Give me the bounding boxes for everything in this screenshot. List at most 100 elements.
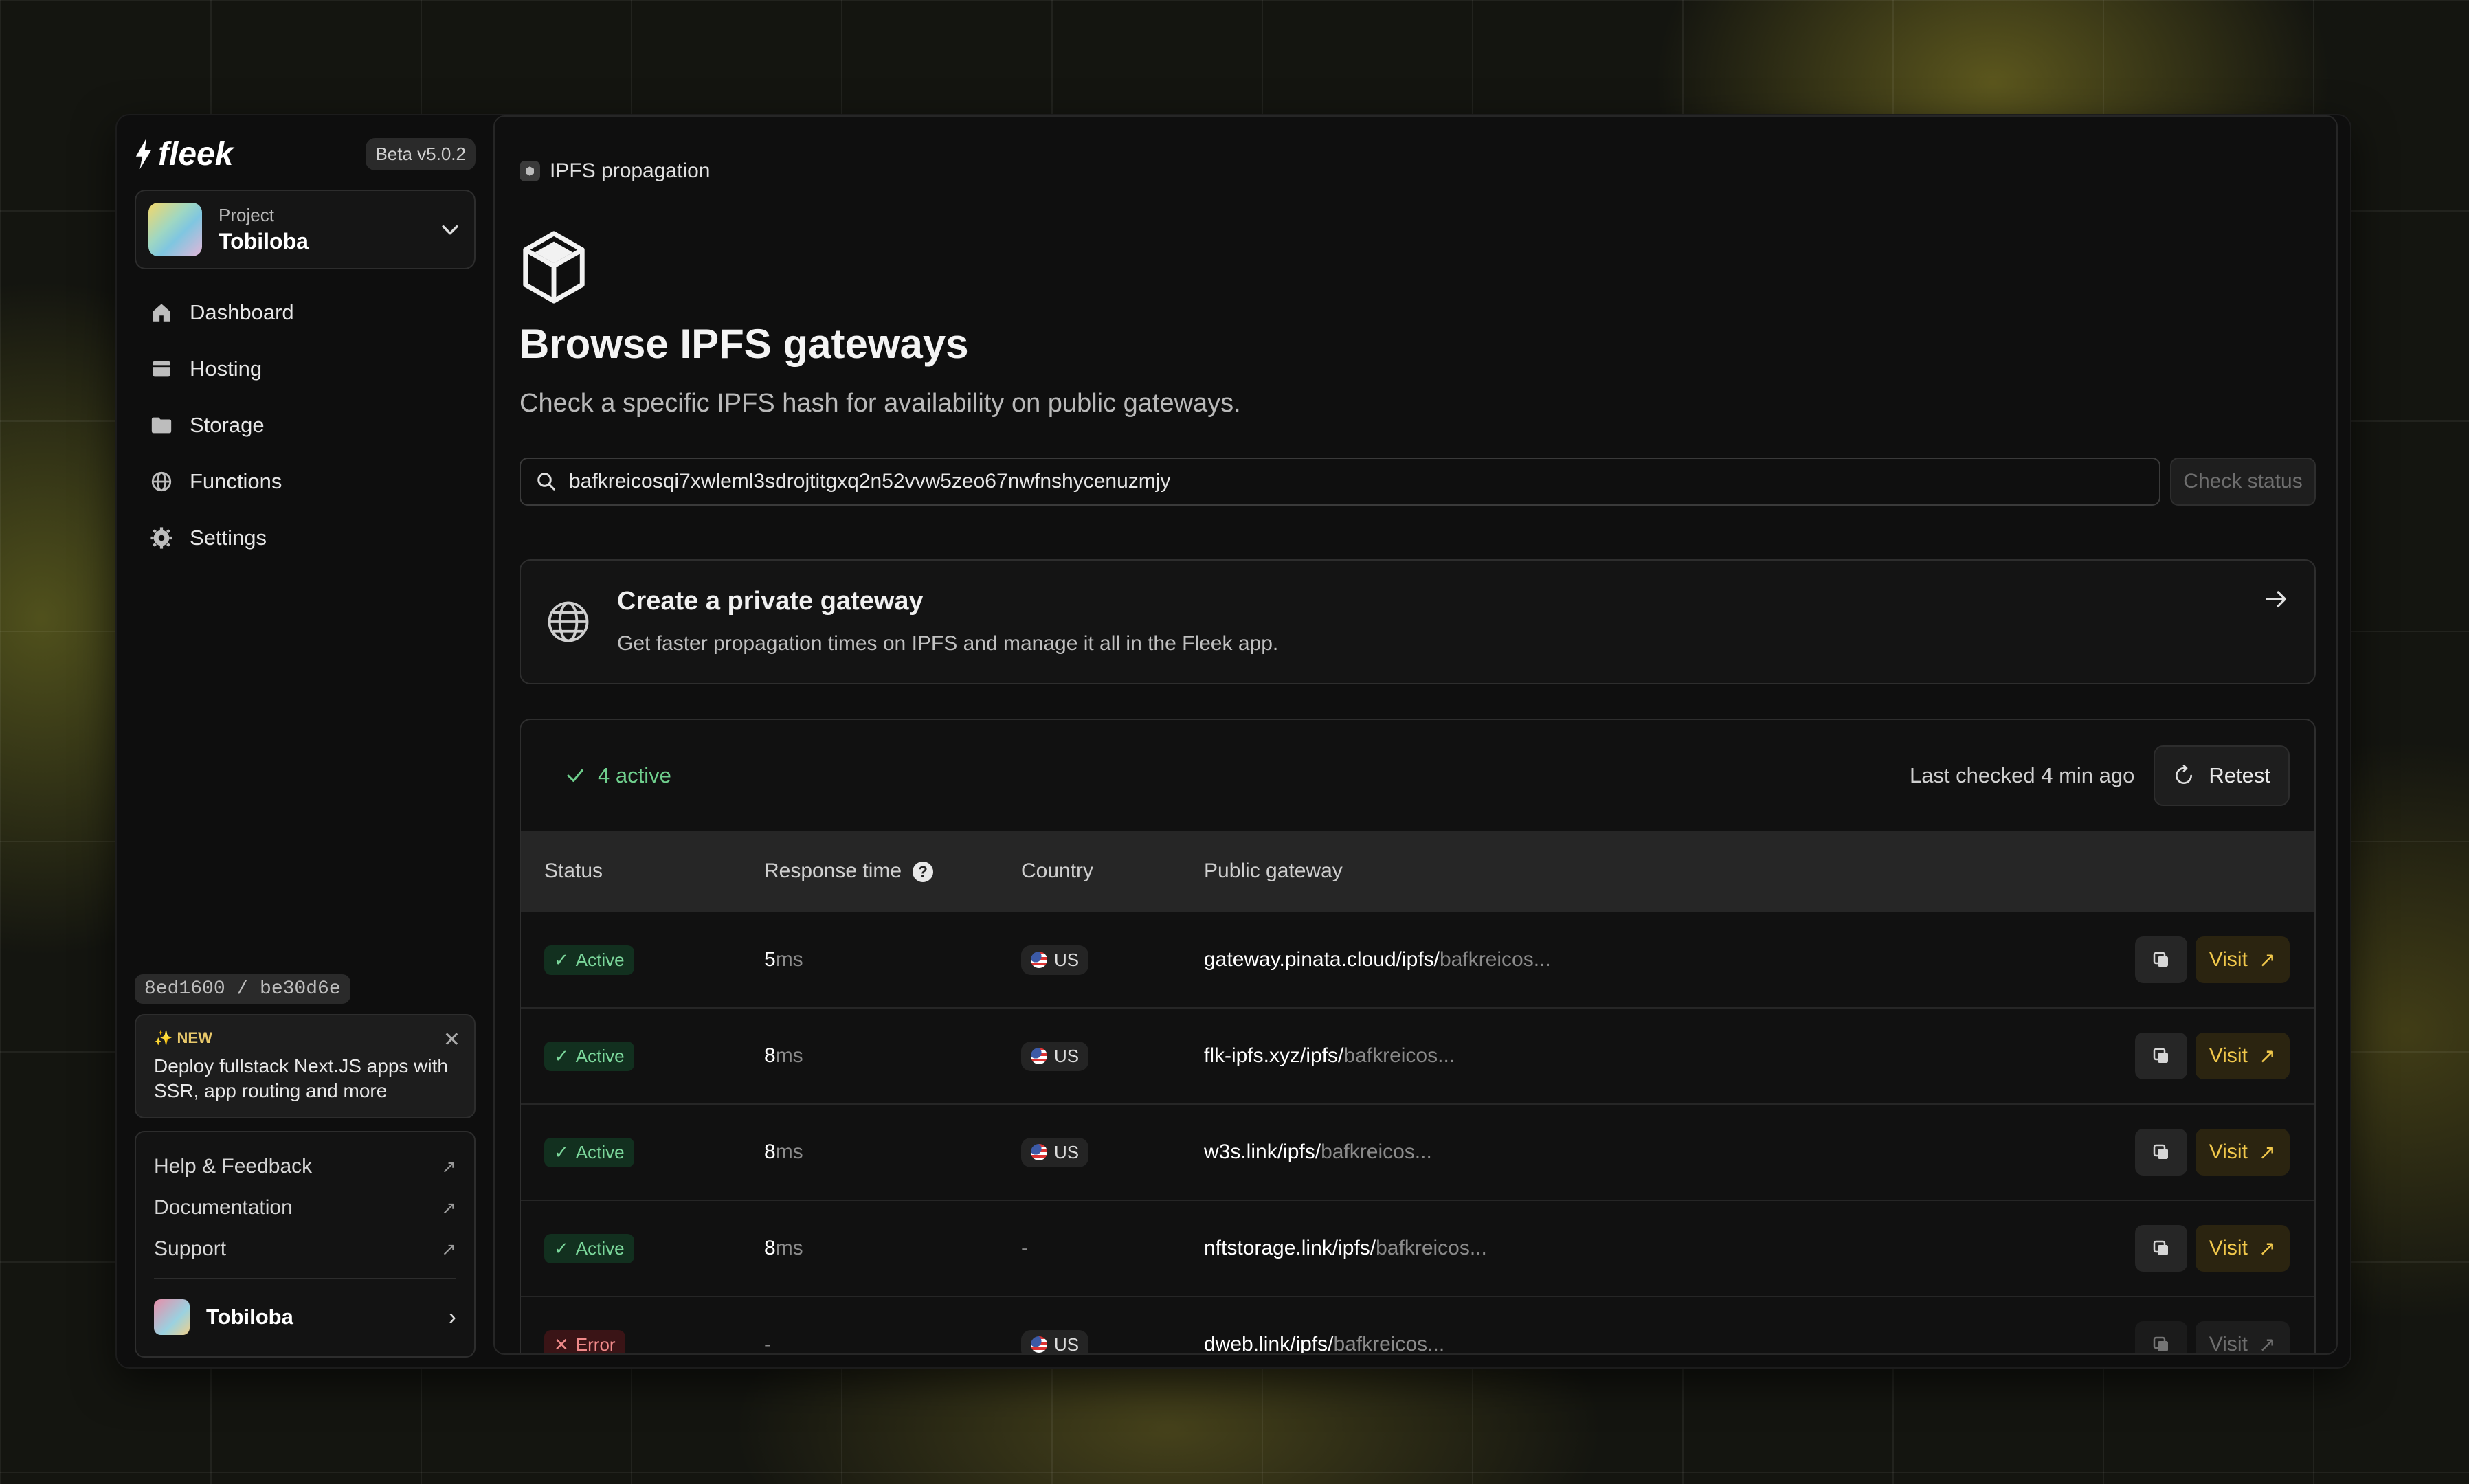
documentation-link[interactable]: Documentation ↗: [154, 1187, 456, 1228]
check-icon: ✓: [554, 949, 569, 970]
external-link-icon: ↗: [441, 1156, 456, 1177]
country-badge: US: [1021, 1137, 1089, 1167]
visit-button[interactable]: Visit ↗: [2195, 936, 2290, 983]
check-icon: ✓: [554, 1141, 569, 1162]
search-input[interactable]: [569, 470, 2149, 493]
country-badge: US: [1021, 1329, 1089, 1353]
sidebar-item-hosting[interactable]: Hosting: [135, 341, 476, 397]
column-status[interactable]: Status: [521, 859, 764, 883]
links-card: Help & Feedback ↗ Documentation ↗ Suppor…: [135, 1131, 476, 1358]
gateway-url: nftstorage.link/ipfs/bafkreicos...: [1204, 1237, 1487, 1259]
arrow-up-right-icon: ↗: [2258, 1044, 2276, 1068]
us-flag-icon: [1031, 1048, 1047, 1064]
page-title: Browse IPFS gateways: [520, 321, 969, 367]
project-avatar: [148, 203, 202, 256]
bolt-icon: [135, 138, 152, 170]
sidebar-item-dashboard[interactable]: Dashboard: [135, 284, 476, 341]
user-menu[interactable]: Tobiloba ›: [154, 1293, 456, 1341]
breadcrumb-label: IPFS propagation: [550, 159, 711, 182]
external-link-icon: ↗: [441, 1238, 456, 1259]
visit-button[interactable]: Visit ↗: [2195, 1321, 2290, 1355]
sidebar-item-label: Functions: [190, 469, 282, 493]
response-time: 8ms: [764, 1237, 803, 1259]
home-icon: [153, 304, 170, 322]
fleek-logo[interactable]: fleek: [135, 135, 233, 173]
check-status-button[interactable]: Check status: [2170, 458, 2316, 506]
page-subtitle: Check a specific IPFS hash for availabil…: [520, 389, 1241, 418]
arrow-up-right-icon: ↗: [2258, 1237, 2276, 1260]
copy-button[interactable]: [2134, 936, 2187, 983]
status-badge: ✓ Active: [544, 945, 634, 975]
avatar: [154, 1299, 190, 1335]
arrow-up-right-icon: ↗: [2258, 948, 2276, 971]
check-icon: [567, 769, 583, 782]
card-subtitle: Get faster propagation times on IPFS and…: [617, 632, 1279, 655]
sidebar-item-label: Storage: [190, 413, 265, 437]
gateway-url: gateway.pinata.cloud/ipfs/bafkreicos...: [1204, 948, 1551, 971]
main-panel: IPFS propagation Browse IPFS gateways Ch…: [493, 115, 2338, 1355]
table-header: Status Response time? Country Public gat…: [521, 831, 2314, 911]
promo-text: Deploy fullstack Next.JS apps with SSR, …: [154, 1055, 448, 1101]
column-response-time[interactable]: Response time?: [764, 859, 1021, 883]
hosting-icon: [153, 361, 170, 377]
visit-button[interactable]: Visit ↗: [2195, 1225, 2290, 1272]
user-name: Tobiloba: [206, 1305, 293, 1329]
sidebar: fleek Beta v5.0.2 Project Tobiloba Dashb…: [117, 115, 493, 1367]
copy-button[interactable]: [2134, 1033, 2187, 1079]
card-title: Create a private gateway: [617, 587, 924, 616]
visit-button[interactable]: Visit ↗: [2195, 1129, 2290, 1176]
chevron-right-icon: ›: [448, 1303, 456, 1330]
globe-icon: [151, 471, 172, 492]
promo-card[interactable]: ✨ NEW Deploy fullstack Next.JS apps with…: [135, 1014, 476, 1118]
sidebar-item-functions[interactable]: Functions: [135, 453, 476, 510]
sidebar-nav: Dashboard Hosting Storage Functions Sett…: [135, 284, 476, 566]
gateway-url: flk-ipfs.xyz/ipfs/bafkreicos...: [1204, 1044, 1455, 1067]
arrow-up-right-icon: ↗: [2258, 1140, 2276, 1164]
close-icon: ✕: [554, 1334, 569, 1355]
country-empty: -: [1021, 1237, 1028, 1259]
support-link[interactable]: Support ↗: [154, 1228, 456, 1270]
check-icon: ✓: [554, 1237, 569, 1259]
table-body: ✓ Active 5ms US gateway.pinata.cloud/ipfs…: [521, 911, 2314, 1355]
response-time: 8ms: [764, 1140, 803, 1163]
response-time: -: [764, 1333, 771, 1355]
arrow-up-right-icon: ↗: [2258, 1333, 2276, 1355]
results-panel: 4 active Last checked 4 min ago Retest S…: [520, 719, 2316, 1355]
version-badge: Beta v5.0.2: [366, 137, 476, 170]
create-private-gateway-card[interactable]: Create a private gateway Get faster prop…: [520, 559, 2316, 684]
sidebar-item-label: Dashboard: [190, 300, 294, 324]
copy-icon: [2153, 1048, 2168, 1063]
project-switcher[interactable]: Project Tobiloba: [135, 190, 476, 269]
visit-button[interactable]: Visit ↗: [2195, 1033, 2290, 1079]
copy-button[interactable]: [2134, 1129, 2187, 1176]
column-country[interactable]: Country: [1021, 859, 1204, 883]
table-row: ✓ Active 5ms US gateway.pinata.cloud/ipfs…: [521, 911, 2314, 1007]
refresh-icon: [2176, 765, 2193, 784]
gateway-url: w3s.link/ipfs/bafkreicos...: [1204, 1140, 1432, 1163]
copy-icon: [2153, 1144, 2168, 1159]
help-icon[interactable]: ?: [913, 862, 934, 883]
copy-icon: [2153, 1336, 2168, 1351]
copy-button[interactable]: [2134, 1321, 2187, 1353]
table-row: ✓ Active 8ms - nftstorage.link/ipfs/bafkr…: [521, 1200, 2314, 1296]
copy-icon: [2153, 1240, 2168, 1255]
sidebar-item-storage[interactable]: Storage: [135, 397, 476, 453]
app-window: fleek Beta v5.0.2 Project Tobiloba Dashb…: [115, 114, 2351, 1369]
gear-icon: [150, 527, 172, 549]
help-feedback-link[interactable]: Help & Feedback ↗: [154, 1146, 456, 1187]
table-row: ✓ Active 8ms US flk-ipfs.xyz/ipfs/bafkrei…: [521, 1007, 2314, 1103]
retest-button[interactable]: Retest: [2154, 745, 2290, 806]
sidebar-item-settings[interactable]: Settings: [135, 510, 476, 566]
commit-hash: 8ed1600 / be30d6e: [135, 974, 350, 1004]
status-badge: ✓ Active: [544, 1233, 634, 1263]
column-public-gateway[interactable]: Public gateway: [1204, 859, 2314, 883]
close-icon[interactable]: ✕: [443, 1028, 460, 1052]
folder-icon: [151, 417, 172, 434]
country-badge: US: [1021, 1041, 1089, 1071]
active-count: 4 active: [565, 763, 671, 788]
sidebar-item-label: Hosting: [190, 357, 262, 381]
copy-button[interactable]: [2134, 1225, 2187, 1272]
ipfs-cube-icon: [523, 231, 585, 304]
us-flag-icon: [1031, 1336, 1047, 1353]
breadcrumb: IPFS propagation: [520, 159, 710, 183]
